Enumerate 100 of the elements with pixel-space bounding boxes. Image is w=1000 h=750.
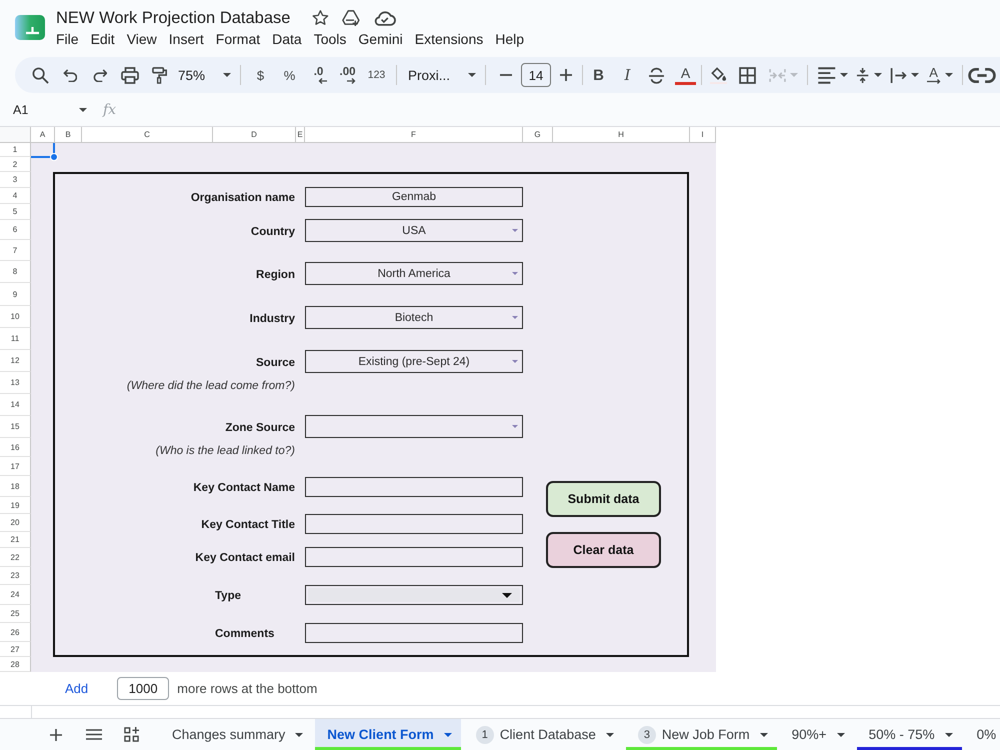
caret-icon <box>512 425 518 428</box>
caret-icon <box>502 593 512 598</box>
swatch-icon <box>675 82 696 84</box>
number-format-button[interactable]: 123 <box>362 62 391 88</box>
dropdown-field[interactable] <box>305 415 523 438</box>
caret-icon <box>512 316 518 319</box>
dropdown-field[interactable]: Biotech <box>305 306 523 329</box>
undo-icon[interactable] <box>62 68 78 82</box>
star-icon[interactable] <box>312 10 330 26</box>
field-label: Source <box>256 356 295 368</box>
row-count-field[interactable]: 1000 <box>117 677 170 700</box>
sheet-tab[interactable]: New Client Form <box>315 719 461 750</box>
menu-item[interactable]: Tools <box>314 30 346 48</box>
caret-icon <box>79 108 87 112</box>
fx-label: fx <box>103 102 116 118</box>
caret-icon <box>468 73 476 77</box>
hexagon-plus-icon[interactable] <box>342 10 360 26</box>
grid-plus-icon[interactable] <box>124 727 139 742</box>
menu-item[interactable]: File <box>56 30 79 48</box>
field-label: Region <box>256 268 295 280</box>
dropdown-field[interactable] <box>305 585 523 605</box>
merge-icon <box>769 66 786 84</box>
print-icon[interactable] <box>121 66 139 84</box>
menu-item[interactable]: Edit <box>90 30 115 48</box>
caret-icon <box>944 73 953 77</box>
caret-icon <box>790 73 798 77</box>
spreadsheet-logo-icon[interactable] <box>15 15 45 40</box>
font-dropdown[interactable]: Proxi... <box>402 62 480 88</box>
field-label: Organisation name <box>190 192 295 204</box>
add-rows-link[interactable]: Add <box>65 681 88 696</box>
borders-icon[interactable] <box>738 66 756 84</box>
sheet-tab[interactable]: 0% <box>964 719 1000 750</box>
field-label: Zone Source <box>225 422 295 434</box>
link-icon[interactable] <box>968 66 996 84</box>
cloud-icon[interactable] <box>373 10 396 26</box>
field-label: Key Contact email <box>195 552 295 564</box>
document-title[interactable]: NEW Work Projection Database <box>56 7 290 29</box>
paint-format-icon[interactable] <box>152 66 168 84</box>
menu-item[interactable]: Format <box>216 30 260 48</box>
count-badge: 3 <box>638 726 656 744</box>
menu-item[interactable]: View <box>126 30 157 48</box>
sheet-tab[interactable]: 3 New Job Form <box>626 719 777 750</box>
fill-color-icon[interactable] <box>710 66 726 84</box>
wrap-arrow-icon <box>890 66 907 84</box>
dropdown-field[interactable]: North America <box>305 262 523 285</box>
italic-button[interactable]: I <box>613 62 642 88</box>
hint-text: (Where did the lead come from?) <box>126 380 295 392</box>
arrow-right-icon <box>346 78 356 84</box>
dropdown-field[interactable]: Existing (pre-Sept 24) <box>305 350 523 373</box>
caret-icon <box>223 73 231 77</box>
menu-item[interactable]: Insert <box>168 30 204 48</box>
name-box[interactable]: A1 <box>13 98 87 120</box>
fill-handle[interactable] <box>50 153 58 161</box>
vertical-align-icon <box>856 66 870 84</box>
font-size-field[interactable]: 14 <box>521 63 551 87</box>
menu-item[interactable]: Help <box>495 30 524 48</box>
action-button[interactable]: Clear data <box>546 532 661 568</box>
action-button[interactable]: Submit data <box>546 481 661 517</box>
text-field[interactable] <box>305 623 523 643</box>
caret-icon <box>874 73 882 77</box>
caret-icon <box>512 272 518 275</box>
menu-item[interactable]: Data <box>272 30 302 48</box>
text-color-button[interactable]: A <box>671 62 700 88</box>
caret-icon <box>512 360 518 363</box>
bold-button[interactable]: B <box>584 62 613 88</box>
field-label: Comments <box>215 628 274 640</box>
arrow-right-icon <box>926 79 941 84</box>
text-field[interactable] <box>305 547 523 567</box>
sheet-tab[interactable]: 50% - 75% <box>856 719 962 750</box>
redo-icon[interactable] <box>92 68 108 82</box>
caret-icon <box>910 73 919 77</box>
sheet-tab[interactable]: 1 Client Database <box>464 719 623 750</box>
add-rows-text: more rows at the bottom <box>177 681 318 696</box>
plus-icon[interactable] <box>560 69 572 81</box>
sheet-tab[interactable]: Changes summary <box>160 719 312 750</box>
field-label: Key Contact Title <box>201 519 295 531</box>
dropdown-field[interactable]: USA <box>305 219 523 242</box>
percent-button[interactable]: % <box>275 62 304 88</box>
increase-decimal-button[interactable]: .00 <box>333 62 362 88</box>
field-label: Type <box>215 590 241 602</box>
caret-icon <box>840 73 848 77</box>
field-label: Country <box>250 226 295 238</box>
text-field[interactable] <box>305 514 523 534</box>
count-badge: 1 <box>476 726 494 744</box>
zoom-dropdown[interactable]: 75% <box>175 62 235 88</box>
search-icon[interactable] <box>32 66 48 84</box>
menu-item[interactable]: Extensions <box>414 30 484 48</box>
menu-item[interactable]: Gemini <box>358 30 403 48</box>
text-field[interactable] <box>305 477 523 497</box>
align-left-icon <box>817 66 836 84</box>
text-field[interactable]: Genmab <box>305 187 523 207</box>
decrease-decimal-button[interactable]: .0 <box>304 62 333 88</box>
plus-icon[interactable] <box>50 728 62 740</box>
sheet-tab[interactable]: 90%+ <box>780 719 854 750</box>
currency-button[interactable]: $ <box>246 62 275 88</box>
arrow-left-icon <box>318 78 326 84</box>
menu-icon[interactable] <box>86 729 102 740</box>
field-label: Industry <box>250 312 295 324</box>
text-rotation-button[interactable]: A <box>924 62 955 88</box>
strikethrough-icon[interactable] <box>648 66 665 84</box>
